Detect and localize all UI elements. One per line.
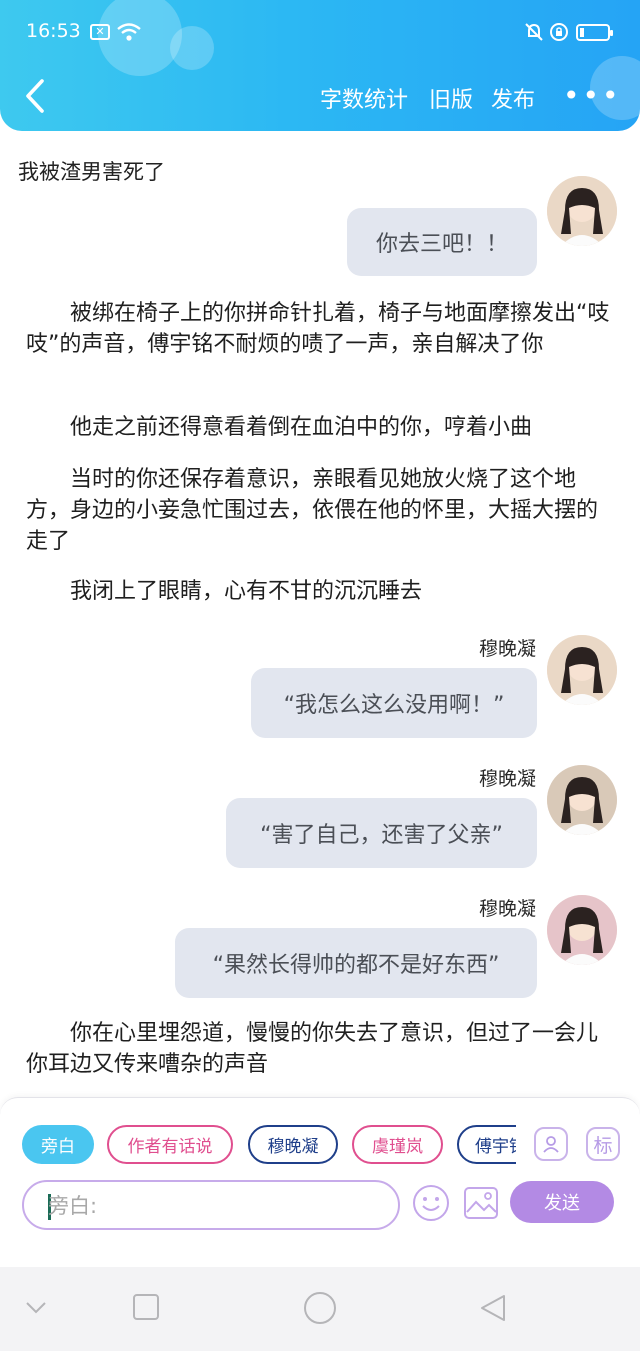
role-chip-yu-jinlan[interactable]: 虞瑾岚: [352, 1125, 443, 1164]
role-chip-narration[interactable]: 旁白: [22, 1125, 94, 1164]
emoji-icon[interactable]: [412, 1184, 450, 1222]
chevron-down-icon[interactable]: [24, 1299, 48, 1317]
narration-paragraph[interactable]: 你在心里埋怨道，慢慢的你失去了意识，但过了一会儿你耳边又传来嘈杂的声音: [26, 1018, 616, 1080]
speaker-name: 穆晚凝: [478, 768, 536, 790]
system-navigation-bar: [0, 1267, 640, 1351]
message-text: “害了自己，还害了父亲”: [260, 823, 503, 848]
message-input[interactable]: [48, 1190, 378, 1222]
message-text: “我怎么这么没用啊！”: [283, 693, 505, 718]
send-button[interactable]: 发送: [510, 1181, 614, 1223]
image-icon[interactable]: [462, 1184, 500, 1222]
narration-paragraph[interactable]: 他走之前还得意看着倒在血泊中的你，哼着小曲: [26, 412, 616, 443]
message-text: 你去三吧！！: [375, 232, 508, 257]
tag-button[interactable]: 标: [586, 1127, 620, 1161]
word-count-button[interactable]: 字数统计: [320, 82, 408, 114]
narration-paragraph[interactable]: 当时的你还保存着意识，亲眼看见她放火烧了这个地方，身边的小妾急忙围过去，依偎在他…: [26, 464, 616, 557]
more-options-icon[interactable]: •••: [563, 82, 622, 110]
character-avatar[interactable]: [547, 765, 617, 835]
message-bubble[interactable]: 你去三吧！！: [347, 208, 537, 276]
role-chip-author-note[interactable]: 作者有话说: [107, 1125, 233, 1164]
status-bar: 16:53 ✕: [0, 18, 640, 48]
back-arrow-icon[interactable]: [20, 78, 50, 114]
role-chip-fu-yuming[interactable]: 傅宇铭: [457, 1125, 516, 1164]
back-triangle-icon[interactable]: [478, 1293, 508, 1323]
character-avatar[interactable]: [547, 895, 617, 965]
speaker-name: 穆晚凝: [478, 638, 536, 660]
battery-icon: [576, 24, 613, 41]
top-app-bar: 16:53 ✕ 字数统计 旧版 发布 •••: [0, 0, 640, 131]
message-text: “果然长得帅的都不是好东西”: [212, 953, 500, 978]
role-selector: 旁白 作者有话说 穆晚凝 虞瑾岚 傅宇铭: [22, 1125, 516, 1165]
message-bubble[interactable]: “害了自己，还害了父亲”: [226, 798, 537, 868]
message-bubble[interactable]: “果然长得帅的都不是好东西”: [175, 928, 537, 998]
lock-circle-icon: [550, 23, 568, 41]
message-input-wrapper[interactable]: [22, 1180, 400, 1230]
character-avatar[interactable]: [547, 176, 617, 246]
old-version-button[interactable]: 旧版: [429, 82, 473, 114]
narration-paragraph[interactable]: 我闭上了眼睛，心有不甘的沉沉睡去: [26, 576, 616, 607]
sim-off-icon: ✕: [90, 24, 110, 40]
narration-paragraph[interactable]: 被绑在椅子上的你拼命针扎着，椅子与地面摩擦发出“吱吱”的声音，傅宇铭不耐烦的啧了…: [26, 298, 616, 360]
publish-button[interactable]: 发布: [491, 82, 535, 114]
status-time: 16:53: [26, 20, 81, 42]
wifi-icon: [117, 23, 141, 41]
person-card-icon[interactable]: [534, 1127, 568, 1161]
composer-panel: 旁白 作者有话说 穆晚凝 虞瑾岚 傅宇铭 标 发送: [0, 1097, 640, 1267]
tag-button-label: 标: [593, 1134, 613, 1157]
recent-apps-icon[interactable]: [132, 1293, 160, 1321]
role-chip-mu-wanning[interactable]: 穆晚凝: [248, 1125, 338, 1164]
speaker-name: 穆晚凝: [478, 898, 536, 920]
mute-bell-icon: [525, 23, 543, 41]
home-icon[interactable]: [303, 1291, 337, 1325]
message-bubble[interactable]: “我怎么这么没用啊！”: [251, 668, 537, 738]
chapter-title: 我被渣男害死了: [18, 160, 165, 184]
character-avatar[interactable]: [547, 635, 617, 705]
